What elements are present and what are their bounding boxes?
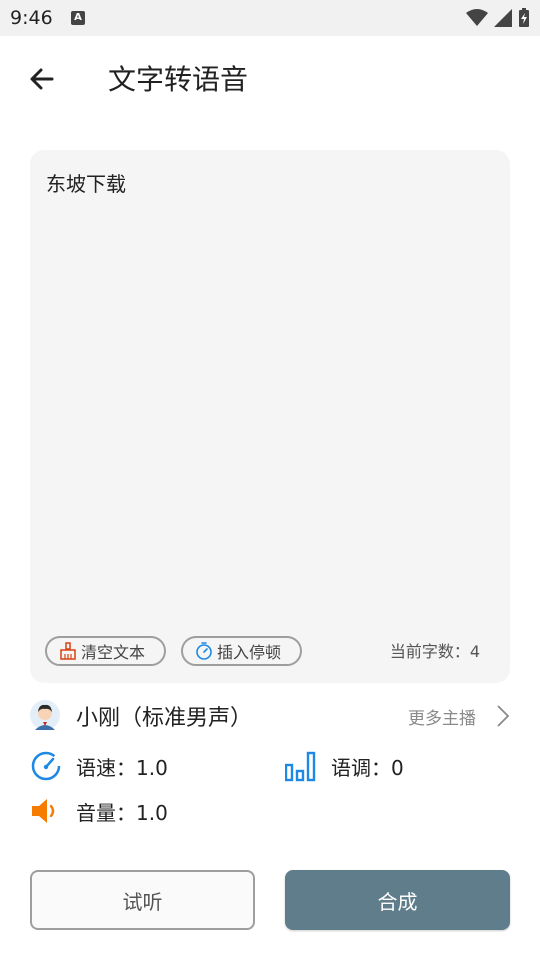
- more-voices-link[interactable]: 更多主播: [408, 704, 476, 729]
- voice-name: 小刚（标准男声）: [76, 706, 253, 731]
- pitch-setting[interactable]: 语调：0: [285, 750, 404, 782]
- avatar: [30, 700, 60, 730]
- volume-icon: [32, 799, 55, 823]
- clear-text-button[interactable]: 清空文本: [45, 636, 166, 666]
- synthesize-button[interactable]: 合成: [285, 870, 510, 930]
- insert-pause-button[interactable]: 插入停顿: [181, 636, 302, 666]
- speedometer-icon: [31, 751, 61, 781]
- speed-label: 语速：1.0: [76, 755, 168, 780]
- bar-chart-icon: [285, 751, 316, 782]
- timer-icon: [196, 642, 212, 660]
- speed-setting[interactable]: 语速：1.0: [30, 750, 168, 782]
- status-bar: 9:46 A: [0, 0, 540, 36]
- volume-setting[interactable]: 音量：1.0: [30, 795, 168, 827]
- signal-icon: [494, 9, 512, 27]
- arrow-back-icon: [30, 68, 54, 90]
- char-count: 当前字数：4: [389, 642, 480, 661]
- wifi-icon: [466, 9, 488, 26]
- back-button[interactable]: [22, 60, 62, 100]
- status-time: 9:46: [10, 7, 53, 29]
- status-icons: [466, 8, 530, 28]
- insert-pause-label: 插入停顿: [217, 643, 282, 662]
- text-editor[interactable]: 东坡下载 清空文本 插入停顿 当前字数：4: [30, 150, 510, 683]
- clear-text-label: 清空文本: [81, 643, 146, 662]
- preview-button[interactable]: 试听: [30, 870, 255, 930]
- volume-label: 音量：1.0: [76, 800, 168, 825]
- page-title: 文字转语音: [108, 63, 249, 96]
- notification-icon: A: [71, 11, 85, 25]
- broom-icon: [60, 642, 76, 660]
- pitch-label: 语调：0: [331, 755, 404, 780]
- editor-text[interactable]: 东坡下载: [46, 168, 126, 197]
- battery-icon: [519, 8, 529, 27]
- voice-selector[interactable]: 小刚（标准男声） 更多主播: [30, 698, 510, 736]
- app-bar: 文字转语音: [0, 36, 540, 122]
- chevron-right-icon: [497, 705, 510, 727]
